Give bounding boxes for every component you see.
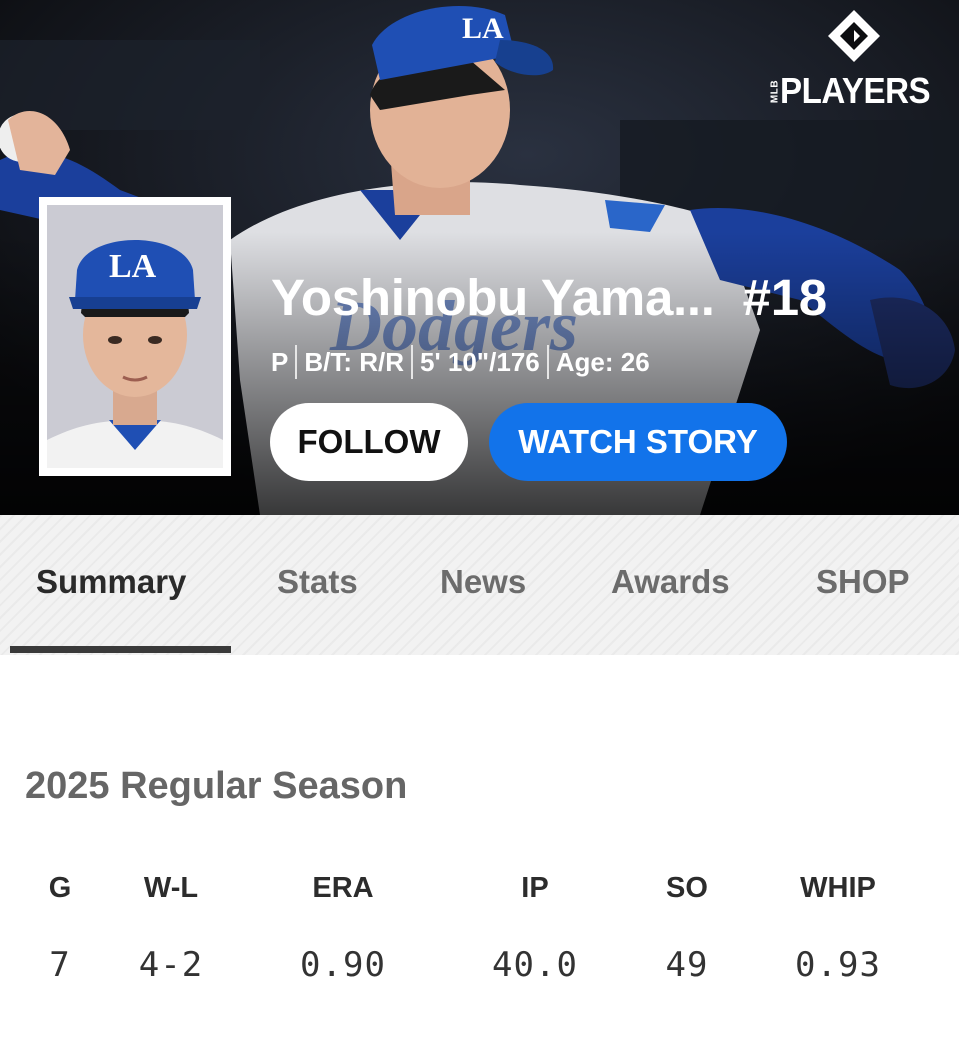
player-number: #18	[742, 269, 828, 326]
stat-value-ip: 40.0	[492, 945, 578, 985]
stat-value-era: 0.90	[300, 945, 386, 985]
headshot-image: LA	[47, 205, 223, 468]
player-profile-page: Dodgers LA MLB PLAYERS	[0, 0, 959, 1040]
profile-tab-bar: Summary Stats News Awards SHOP	[0, 515, 959, 655]
player-bats-throws: B/T: R/R	[304, 346, 405, 377]
player-age: Age: 26	[555, 346, 650, 377]
season-title: 2025 Regular Season	[25, 765, 408, 807]
tab-news[interactable]: News	[440, 563, 526, 601]
player-height-weight: 5' 10"/176	[420, 346, 540, 377]
stat-value-so: 49	[665, 945, 709, 985]
stat-header-g: G	[48, 872, 72, 904]
stat-value-g: 7	[49, 945, 71, 985]
meta-divider	[411, 345, 414, 379]
tab-awards[interactable]: Awards	[611, 563, 730, 601]
stat-value-whip: 0.93	[795, 945, 881, 985]
player-name-row: Yoshinobu Yama... #18	[271, 268, 891, 328]
player-position: P	[271, 346, 289, 377]
tab-stats[interactable]: Stats	[277, 563, 358, 601]
brand-mlb-label: MLB	[769, 79, 781, 103]
tab-shop[interactable]: SHOP	[816, 563, 910, 601]
active-tab-indicator	[10, 646, 231, 653]
stat-header-wl: W-L	[143, 872, 199, 904]
watch-story-button[interactable]: WATCH STORY	[489, 403, 787, 481]
meta-divider	[295, 345, 298, 379]
player-meta: P B/T: R/R 5' 10"/176 Age: 26	[271, 342, 650, 382]
stat-header-whip: WHIP	[800, 872, 876, 904]
meta-divider	[546, 345, 549, 379]
player-headshot: LA	[39, 197, 231, 476]
mlb-players-diamond-icon	[828, 10, 880, 62]
stat-header-ip: IP	[521, 872, 549, 904]
brand-players-label: PLAYERS	[780, 70, 931, 111]
stat-value-wl: 4-2	[138, 945, 204, 985]
cap-logo: LA	[109, 248, 157, 285]
stat-header-so: SO	[666, 872, 708, 904]
stat-header-era: ERA	[312, 872, 374, 904]
tab-summary[interactable]: Summary	[36, 563, 186, 601]
mlb-players-logo: MLB PLAYERS	[760, 8, 945, 111]
player-hero: Dodgers LA MLB PLAYERS	[0, 0, 959, 515]
player-name: Yoshinobu Yama...	[271, 269, 715, 326]
follow-button[interactable]: FOLLOW	[270, 403, 468, 481]
